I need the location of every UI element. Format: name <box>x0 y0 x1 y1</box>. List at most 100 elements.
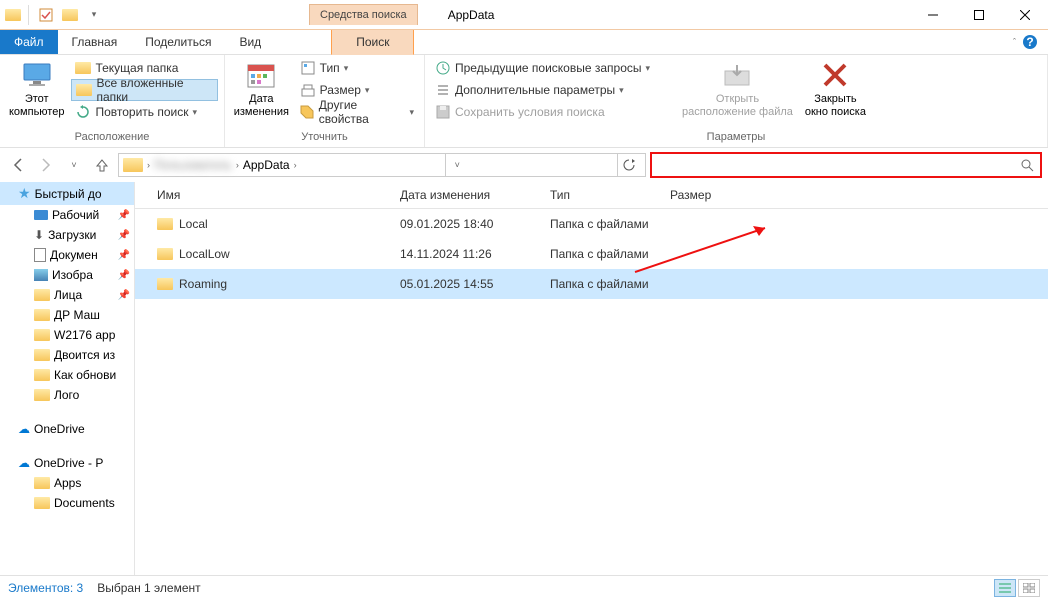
tab-share[interactable]: Поделиться <box>131 30 225 54</box>
date-modified-label: Дата изменения <box>234 93 289 119</box>
col-type[interactable]: Тип <box>540 182 660 208</box>
help-icon[interactable]: ? <box>1022 34 1038 50</box>
forward-button[interactable] <box>34 153 58 177</box>
sidebar-item-faces[interactable]: Лица📌 <box>0 285 134 305</box>
open-folder-icon <box>721 59 753 91</box>
sidebar-downloads[interactable]: ⬇Загрузки📌 <box>0 225 134 245</box>
tab-search[interactable]: Поиск <box>331 30 414 55</box>
close-search-button[interactable]: Закрыть окно поиска <box>801 57 870 121</box>
folder-icon <box>34 497 50 509</box>
search-input[interactable] <box>658 158 1020 172</box>
history-dropdown-button[interactable]: ˅ <box>62 153 86 177</box>
status-selected: Выбран 1 элемент <box>97 581 200 595</box>
size-label: Размер <box>320 83 361 97</box>
folder-icon <box>34 329 50 341</box>
file-type: Папка с файлами <box>540 241 660 267</box>
sidebar-item-logo[interactable]: Лого <box>0 385 134 405</box>
date-modified-button[interactable]: Дата изменения <box>231 57 292 121</box>
table-row[interactable]: Local09.01.2025 18:40Папка с файлами <box>135 209 1048 239</box>
group-refine-label: Уточнить <box>231 129 418 145</box>
type-button[interactable]: Тип ▾ <box>296 57 418 79</box>
file-size <box>660 278 760 290</box>
table-row[interactable]: Roaming 05.01.2025 14:55Папка с файлами <box>135 269 1048 299</box>
qat-properties-icon[interactable] <box>35 4 57 26</box>
history-icon <box>435 60 451 76</box>
sidebar-item-documents2[interactable]: Documents <box>0 493 134 513</box>
qat-newfolder-icon[interactable] <box>59 4 81 26</box>
table-row[interactable]: LocalLow 14.11.2024 11:26Папка с файлами <box>135 239 1048 269</box>
all-subfolders-button[interactable]: Все вложенные папки <box>71 79 218 101</box>
tab-file[interactable]: Файл <box>0 30 58 54</box>
sidebar-item-howto[interactable]: Как обнови <box>0 365 134 385</box>
col-size[interactable]: Размер <box>660 182 760 208</box>
address-folder-icon <box>123 158 143 172</box>
sidebar-item-w2176[interactable]: W2176 app <box>0 325 134 345</box>
folder-icon <box>34 289 50 301</box>
recent-searches-label: Предыдущие поисковые запросы <box>455 61 642 75</box>
sidebar-documents[interactable]: Докумен📌 <box>0 245 134 265</box>
close-button[interactable] <box>1002 0 1048 30</box>
this-pc-label: Этот компьютер <box>9 93 64 119</box>
pin-icon: 📌 <box>118 230 130 241</box>
tab-view[interactable]: Вид <box>225 30 275 54</box>
sidebar-onedrive[interactable]: ☁OneDrive <box>0 419 134 439</box>
file-date: 05.01.2025 14:55 <box>390 271 540 297</box>
sidebar-pictures[interactable]: Изобра📌 <box>0 265 134 285</box>
col-date[interactable]: Дата изменения <box>390 182 540 208</box>
address-bar[interactable]: › Пользователь › AppData › ˅ <box>118 153 646 177</box>
calendar-icon <box>245 59 277 91</box>
other-props-button[interactable]: Другие свойства ▾ <box>296 101 418 123</box>
folder-icon <box>34 309 50 321</box>
sidebar-item-apps[interactable]: Apps <box>0 473 134 493</box>
svg-text:?: ? <box>1026 35 1033 49</box>
group-options-label: Параметры <box>431 129 1041 145</box>
file-date: 14.11.2024 11:26 <box>390 241 540 267</box>
folder-icon <box>157 218 173 230</box>
save-search-label: Сохранить условия поиска <box>455 105 605 119</box>
sidebar-quick-access[interactable]: ★Быстрый до <box>0 182 134 205</box>
current-folder-label: Текущая папка <box>95 61 178 75</box>
search-box[interactable] <box>650 152 1042 178</box>
file-name: LocalLow <box>179 247 230 261</box>
up-button[interactable] <box>90 153 114 177</box>
folder-icon <box>34 389 50 401</box>
sidebar-item-dr[interactable]: ДР Маш <box>0 305 134 325</box>
download-icon: ⬇ <box>34 228 44 242</box>
sidebar-onedrive-personal[interactable]: ☁OneDrive - P <box>0 453 134 473</box>
ribbon-tabs: Файл Главная Поделиться Вид Поиск ˆ ? <box>0 30 1048 55</box>
qat-customize-icon[interactable]: ▾ <box>83 4 105 26</box>
this-pc-button[interactable]: Этот компьютер <box>6 57 67 121</box>
pin-icon: 📌 <box>118 270 130 281</box>
recent-searches-button[interactable]: Предыдущие поисковые запросы ▾ <box>431 57 654 79</box>
type-icon <box>300 60 316 76</box>
star-icon: ★ <box>18 185 31 202</box>
ribbon-collapse-icon[interactable]: ˆ <box>1013 37 1016 47</box>
save-search-button[interactable]: Сохранить условия поиска <box>431 101 654 123</box>
sidebar-desktop[interactable]: Рабочий📌 <box>0 205 134 225</box>
file-type: Папка с файлами <box>540 271 660 297</box>
pictures-icon <box>34 269 48 281</box>
other-props-label: Другие свойства <box>319 98 406 126</box>
advanced-options-button[interactable]: Дополнительные параметры ▾ <box>431 79 654 101</box>
ribbon: Этот компьютер Текущая папка Все вложенн… <box>0 55 1048 148</box>
search-again-button[interactable]: Повторить поиск ▾ <box>71 101 218 123</box>
col-name[interactable]: Имя <box>135 182 390 208</box>
context-tab-label: Средства поиска <box>309 4 418 25</box>
back-button[interactable] <box>6 153 30 177</box>
minimize-button[interactable] <box>910 0 956 30</box>
file-date: 09.01.2025 18:40 <box>390 211 540 237</box>
tab-home[interactable]: Главная <box>58 30 132 54</box>
maximize-button[interactable] <box>956 0 1002 30</box>
sidebar-item-dvoitsa[interactable]: Двоится из <box>0 345 134 365</box>
addr-dropdown-icon[interactable]: ˅ <box>445 154 469 176</box>
search-again-label: Повторить поиск <box>95 105 188 119</box>
desktop-icon <box>34 210 48 220</box>
file-name: Roaming <box>179 277 227 291</box>
breadcrumb-appdata[interactable]: AppData <box>243 158 290 172</box>
breadcrumb-user[interactable]: Пользователь <box>154 158 232 172</box>
sidebar: ★Быстрый до Рабочий📌 ⬇Загрузки📌 Докумен📌… <box>0 182 135 575</box>
folder-icon <box>157 278 173 290</box>
refresh-button[interactable] <box>617 154 641 176</box>
search-icon[interactable] <box>1020 158 1034 172</box>
open-location-button[interactable]: Открыть расположение файла <box>678 57 797 121</box>
